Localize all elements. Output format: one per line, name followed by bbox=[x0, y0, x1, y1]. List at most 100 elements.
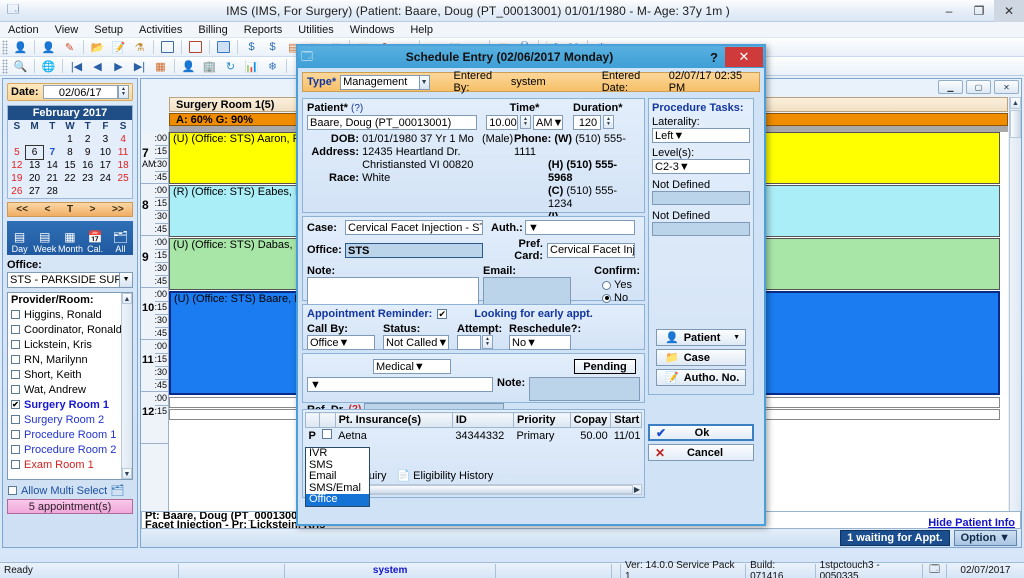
menu-item-setup[interactable]: Setup bbox=[86, 22, 131, 38]
schedule-minimize-button[interactable]: ▁ bbox=[938, 80, 963, 94]
checkbox-icon[interactable] bbox=[11, 370, 20, 379]
dropdown-option-office[interactable]: Office bbox=[306, 493, 369, 506]
checkbox-icon[interactable] bbox=[11, 430, 20, 439]
scroll-up-icon[interactable]: ▲ bbox=[122, 293, 132, 304]
document-icon[interactable] bbox=[186, 39, 205, 56]
menu-item-windows[interactable]: Windows bbox=[342, 22, 403, 38]
chevron-down-icon[interactable]: ▼ bbox=[526, 337, 537, 349]
call-by-dropdown-list[interactable]: IVR SMS Email SMS/Emal Office bbox=[305, 447, 370, 507]
new-patient-icon[interactable]: 👤 bbox=[39, 39, 58, 56]
office-select[interactable]: STS - PARKSIDE SURGI ▼ bbox=[7, 272, 133, 288]
attempt-stepper[interactable]: ▲ ▼ bbox=[482, 335, 493, 349]
first-record-icon[interactable]: |◀ bbox=[67, 58, 86, 75]
not-defined-field-2[interactable] bbox=[652, 222, 750, 236]
menu-item-billing[interactable]: Billing bbox=[190, 22, 235, 38]
next-record-icon[interactable]: ▶ bbox=[109, 58, 128, 75]
duration-stepper[interactable]: ▲ ▼ bbox=[603, 115, 614, 129]
refresh-icon[interactable]: ↻ bbox=[221, 58, 240, 75]
dialog-office-value[interactable]: STS bbox=[345, 242, 483, 258]
pref-card-select[interactable]: Cervical Facet Inj. ▼ bbox=[547, 242, 635, 258]
checkbox-icon[interactable] bbox=[11, 415, 20, 424]
globe-icon[interactable]: 🌐 bbox=[39, 58, 58, 75]
copy-icon[interactable] bbox=[214, 39, 233, 56]
menu-item-activities[interactable]: Activities bbox=[131, 22, 190, 38]
option-button[interactable]: Option ▼ bbox=[953, 530, 1017, 546]
menu-item-reports[interactable]: Reports bbox=[236, 22, 291, 38]
calendar-day[interactable]: 13 bbox=[26, 159, 44, 172]
hide-patient-info-link[interactable]: Hide Patient Info bbox=[928, 517, 1015, 529]
calendar-day[interactable] bbox=[114, 185, 132, 198]
date-stepper[interactable]: ▲ ▼ bbox=[118, 85, 129, 99]
waiting-appointments-button[interactable]: 1 waiting for Appt. bbox=[840, 530, 950, 546]
chevron-down-icon[interactable]: ▼ bbox=[553, 117, 563, 129]
chevron-down-icon[interactable]: ▼ bbox=[119, 273, 132, 287]
checkbox-icon[interactable] bbox=[11, 310, 20, 319]
calendar-day[interactable]: 23 bbox=[79, 172, 97, 185]
calendar-day[interactable]: 19 bbox=[8, 172, 26, 185]
calendar-day[interactable]: 18 bbox=[114, 159, 132, 172]
facility-icon[interactable]: 🏢 bbox=[200, 58, 219, 75]
prescription-icon[interactable] bbox=[158, 39, 177, 56]
provider-item-lickstein[interactable]: Lickstein, Kris bbox=[8, 337, 132, 352]
chevron-down-icon[interactable]: ▼ bbox=[673, 130, 684, 142]
calendar-day[interactable]: 8 bbox=[61, 146, 79, 159]
duration-input[interactable]: 120 bbox=[573, 115, 601, 130]
calendar-day[interactable] bbox=[61, 185, 79, 198]
calendar-day[interactable]: 17 bbox=[97, 159, 115, 172]
date-selector[interactable]: Date: 02/06/17 ▲ ▼ bbox=[7, 83, 133, 101]
cal-first-icon[interactable]: << bbox=[16, 204, 28, 215]
notes-icon[interactable]: 📝 bbox=[109, 39, 128, 56]
toolbar-grip-icon[interactable] bbox=[2, 39, 8, 55]
provider-room-list[interactable]: Provider/Room: Higgins, Ronald Coordinat… bbox=[7, 292, 133, 480]
calendar-day[interactable]: 16 bbox=[79, 159, 97, 172]
secondary-select[interactable]: ▼ bbox=[307, 377, 493, 392]
meridiem-select[interactable]: AM ▼ bbox=[533, 115, 563, 130]
provider-item-procedure-room-2[interactable]: Procedure Room 2 bbox=[8, 442, 132, 457]
menu-item-help[interactable]: Help bbox=[402, 22, 441, 38]
calendar-day[interactable]: 4 bbox=[114, 133, 132, 146]
grid-icon[interactable]: ▦ bbox=[151, 58, 170, 75]
chevron-down-icon[interactable]: ▼ bbox=[339, 337, 350, 349]
calendar-day[interactable] bbox=[79, 185, 97, 198]
menu-item-view[interactable]: View bbox=[47, 22, 87, 38]
date-input[interactable]: 02/06/17 bbox=[42, 85, 118, 99]
close-button[interactable]: ✕ bbox=[994, 0, 1024, 22]
insurance-table[interactable]: Pt. Insurance(s) ID Priority Copay Start… bbox=[305, 412, 642, 443]
view-cal[interactable]: 📅 Cal. bbox=[83, 231, 107, 255]
eligibility-history-button[interactable]: 📄 Eligibility History bbox=[396, 469, 493, 483]
calendar-day[interactable] bbox=[26, 133, 44, 146]
patient-help-icon[interactable]: (?) bbox=[351, 103, 363, 114]
schedule-scrollbar[interactable]: ▲ bbox=[1009, 97, 1021, 511]
edit-patient-icon[interactable]: ✎ bbox=[60, 39, 79, 56]
calendar-day-today[interactable]: 7 bbox=[43, 146, 61, 159]
calendar-day[interactable] bbox=[43, 133, 61, 146]
checkbox-icon[interactable] bbox=[11, 325, 20, 334]
call-by-select[interactable]: Office ▼ bbox=[307, 335, 375, 350]
calendar-day[interactable] bbox=[8, 133, 26, 146]
insurance-icon[interactable]: 👤 bbox=[179, 58, 198, 75]
cal-next-icon[interactable]: > bbox=[90, 204, 96, 215]
calendar-day[interactable]: 3 bbox=[97, 133, 115, 146]
provider-item-procedure-room-1[interactable]: Procedure Room 1 bbox=[8, 427, 132, 442]
checkbox-icon[interactable] bbox=[11, 445, 20, 454]
calendar-day[interactable] bbox=[97, 185, 115, 198]
patient-input[interactable]: Baare, Doug (PT_00013001) bbox=[307, 115, 477, 130]
provider-item-surgery-room-2[interactable]: Surgery Room 2 bbox=[8, 412, 132, 427]
menu-item-utilities[interactable]: Utilities bbox=[290, 22, 341, 38]
calendar-day[interactable]: 11 bbox=[114, 146, 132, 159]
cal-last-icon[interactable]: >> bbox=[112, 204, 124, 215]
minimize-button[interactable]: – bbox=[934, 0, 964, 22]
schedule-close-button[interactable]: ✕ bbox=[994, 80, 1019, 94]
attempt-input[interactable] bbox=[457, 335, 481, 350]
calendar-day[interactable]: 22 bbox=[61, 172, 79, 185]
chevron-down-icon[interactable]: ▼ bbox=[310, 379, 321, 391]
calendar-day[interactable]: 28 bbox=[43, 185, 61, 198]
checkbox-icon[interactable] bbox=[322, 429, 333, 439]
case-select[interactable]: Cervical Facet Injection - STS ▼ bbox=[345, 220, 483, 235]
chevron-down-icon[interactable]: ▼ bbox=[733, 334, 740, 341]
provider-item-exam-room-1[interactable]: Exam Room 1 bbox=[8, 457, 132, 472]
provider-item-short[interactable]: Short, Keith bbox=[8, 367, 132, 382]
calendar-day[interactable]: 9 bbox=[79, 146, 97, 159]
toolbar-grip-icon[interactable] bbox=[2, 58, 8, 74]
view-week[interactable]: ▤ Week bbox=[33, 231, 57, 255]
